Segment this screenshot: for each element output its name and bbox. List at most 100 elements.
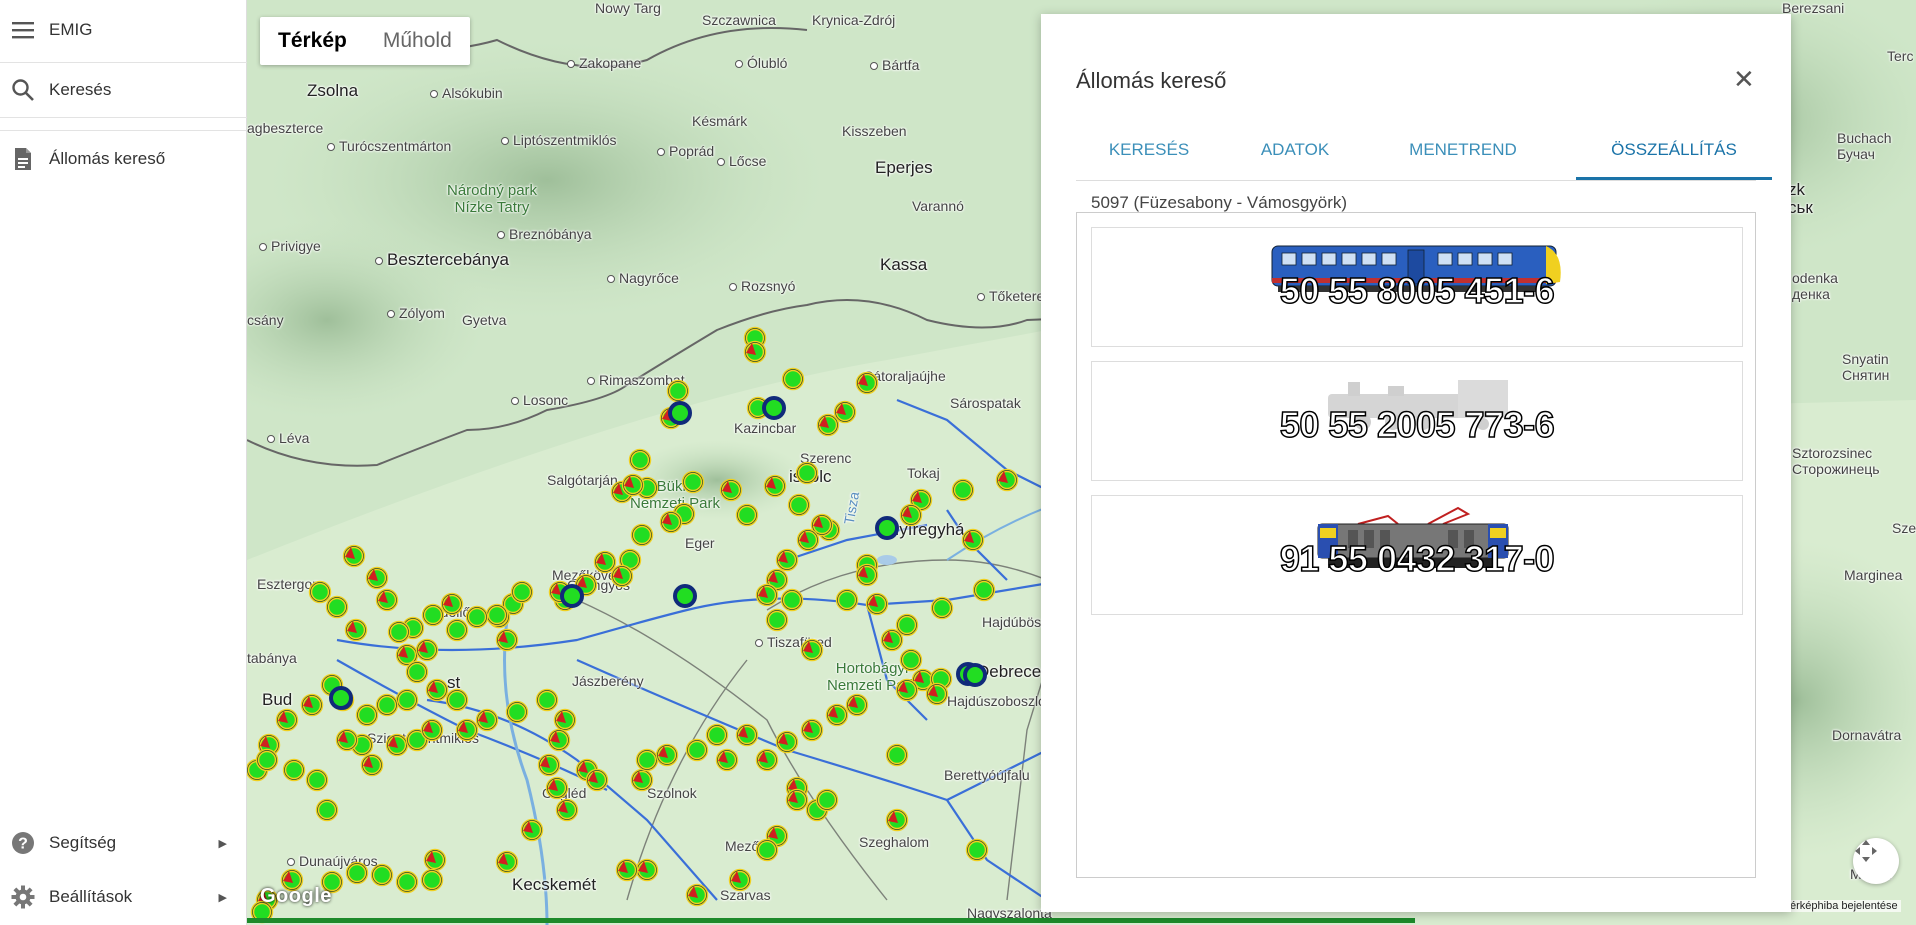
station-marker[interactable] [387,620,411,644]
station-marker[interactable] [621,473,645,497]
station-marker[interactable] [705,723,729,747]
station-marker[interactable] [763,474,787,498]
station-marker[interactable] [537,753,561,777]
station-marker[interactable] [899,648,923,672]
close-icon[interactable]: ✕ [1733,66,1755,92]
station-marker[interactable] [520,818,544,842]
station-marker[interactable] [344,618,368,642]
station-marker[interactable] [880,628,904,652]
station-marker[interactable] [615,858,639,882]
sidebar-item-station-finder[interactable]: Állomás kereső [0,130,247,186]
vehicle-card[interactable]: 50 55 2005 773-6 [1091,361,1743,481]
selected-station-marker[interactable] [673,584,697,608]
sidebar-item-search[interactable]: Keresés [0,62,247,118]
station-marker[interactable] [325,595,349,619]
station-marker[interactable] [800,718,824,742]
station-marker[interactable] [800,638,824,662]
sidebar-item-settings[interactable]: Beállítások ▶ [0,869,247,925]
station-marker[interactable] [895,678,919,702]
station-marker[interactable] [659,510,683,534]
tab-composition[interactable]: ÖSSZEÁLLÍTÁS [1576,120,1772,180]
station-marker[interactable] [930,596,954,620]
station-marker[interactable] [885,743,909,767]
station-marker[interactable] [816,413,840,437]
station-marker[interactable] [305,768,329,792]
map-type-satellite-button[interactable]: Műhold [365,17,470,65]
station-marker[interactable] [845,693,869,717]
station-marker[interactable] [495,628,519,652]
station-marker[interactable] [630,523,654,547]
station-marker[interactable] [685,738,709,762]
station-marker[interactable] [485,603,509,627]
station-marker[interactable] [895,613,919,637]
station-marker[interactable] [405,660,429,684]
station-marker[interactable] [395,688,419,712]
station-marker[interactable] [308,580,332,604]
map-error-report-link[interactable]: érképhiba bejelentése [1787,900,1901,912]
station-marker[interactable] [735,503,759,527]
station-marker[interactable] [555,798,579,822]
station-marker[interactable] [375,588,399,612]
station-marker[interactable] [415,638,439,662]
vehicle-card[interactable]: 91 55 0432 317-0 [1091,495,1743,615]
station-marker[interactable] [395,870,419,894]
map-type-map-button[interactable]: Térkép [260,17,365,65]
station-marker[interactable] [475,708,499,732]
station-marker[interactable] [425,678,449,702]
selected-station-marker[interactable] [329,686,353,710]
tab-search[interactable]: KERESÉS [1076,120,1222,180]
station-marker[interactable] [785,788,809,812]
station-marker[interactable] [965,838,989,862]
fullscreen-button[interactable] [1853,838,1899,884]
station-marker[interactable] [951,478,975,502]
station-marker[interactable] [885,808,909,832]
station-marker[interactable] [445,688,469,712]
station-marker[interactable] [655,743,679,767]
station-marker[interactable] [385,733,409,757]
station-marker[interactable] [375,693,399,717]
station-marker[interactable] [719,478,743,502]
selected-station-marker[interactable] [875,516,899,540]
selected-station-marker[interactable] [762,396,786,420]
station-marker[interactable] [735,723,759,747]
station-marker[interactable] [465,605,489,629]
station-marker[interactable] [715,748,739,772]
station-marker[interactable] [365,566,389,590]
station-marker[interactable] [423,848,447,872]
station-marker[interactable] [593,550,617,574]
station-marker[interactable] [275,708,299,732]
station-marker[interactable] [995,468,1019,492]
station-marker[interactable] [628,448,652,472]
station-marker[interactable] [775,548,799,572]
tab-timetable[interactable]: MENETREND [1368,120,1558,180]
sidebar-item-help[interactable]: ? Segítség ▶ [0,815,247,871]
station-marker[interactable] [780,588,804,612]
station-marker[interactable] [635,748,659,772]
station-marker[interactable] [315,798,339,822]
station-marker[interactable] [420,718,444,742]
station-marker[interactable] [535,688,559,712]
station-marker[interactable] [681,470,705,494]
station-marker[interactable] [335,728,359,752]
station-marker[interactable] [925,682,949,706]
station-marker[interactable] [865,592,889,616]
station-marker[interactable] [796,528,820,552]
station-marker[interactable] [553,708,577,732]
station-marker[interactable] [666,379,690,403]
station-marker[interactable] [899,503,923,527]
station-marker[interactable] [728,868,752,892]
station-marker[interactable] [505,700,529,724]
station-marker[interactable] [795,461,819,485]
selected-station-marker[interactable] [560,584,584,608]
station-marker[interactable] [345,861,369,885]
station-marker[interactable] [360,753,384,777]
station-marker[interactable] [440,592,464,616]
station-marker[interactable] [547,728,571,752]
station-marker[interactable] [545,776,569,800]
station-marker[interactable] [635,858,659,882]
selected-station-marker[interactable] [963,663,987,687]
station-marker[interactable] [765,608,789,632]
station-marker[interactable] [585,768,609,792]
station-marker[interactable] [445,618,469,642]
station-marker[interactable] [781,367,805,391]
